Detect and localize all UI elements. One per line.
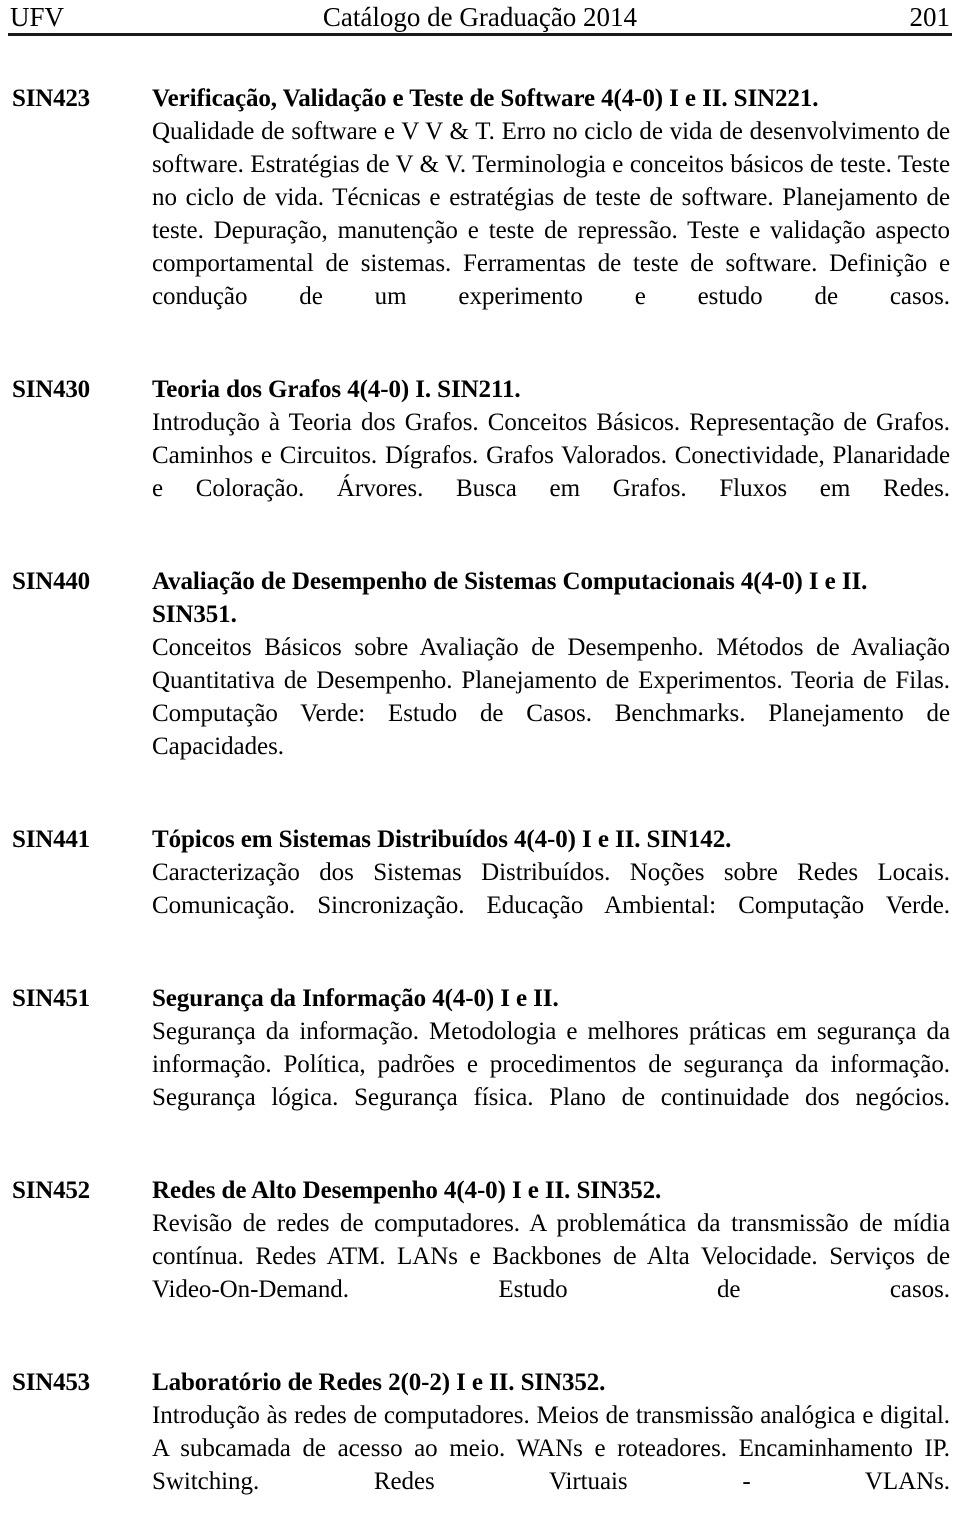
course-body: Laboratório de Redes 2(0-2) I e II. SIN3… bbox=[152, 1366, 950, 1531]
course-title: Verificação, Validação e Teste de Softwa… bbox=[152, 85, 819, 112]
course-entry: SIN441 Tópicos em Sistemas Distribuídos … bbox=[0, 823, 960, 955]
course-code: SIN441 bbox=[12, 826, 90, 853]
course-description: Introdução à Teoria dos Grafos. Conceito… bbox=[152, 409, 950, 502]
course-description: Conceitos Básicos sobre Avaliação de Des… bbox=[152, 634, 950, 760]
course-list: SIN423 Verificação, Validação e Teste de… bbox=[0, 82, 960, 1531]
catalog-page: UFV Catálogo de Graduação 2014 201 SIN42… bbox=[0, 0, 960, 1524]
course-body: Redes de Alto Desempenho 4(4-0) I e II. … bbox=[152, 1174, 950, 1339]
catalog-title: Catálogo de Graduação 2014 bbox=[322, 2, 638, 32]
course-description: Qualidade de software e V V & T. Erro no… bbox=[152, 118, 950, 310]
course-code: SIN451 bbox=[12, 985, 90, 1012]
course-title: Teoria dos Grafos 4(4-0) I. SIN211. bbox=[152, 376, 521, 403]
course-code: SIN423 bbox=[12, 85, 90, 112]
course-body: Tópicos em Sistemas Distribuídos 4(4-0) … bbox=[152, 823, 950, 955]
course-title: Redes de Alto Desempenho 4(4-0) I e II. … bbox=[152, 1177, 662, 1204]
course-code: SIN452 bbox=[12, 1177, 90, 1204]
course-entry: SIN451 Segurança da Informação 4(4-0) I … bbox=[0, 982, 960, 1147]
course-entry: SIN453 Laboratório de Redes 2(0-2) I e I… bbox=[0, 1366, 960, 1531]
course-description: Caracterização dos Sistemas Distribuídos… bbox=[152, 859, 950, 919]
course-body: Verificação, Validação e Teste de Softwa… bbox=[152, 82, 950, 346]
page-running-header: UFV Catálogo de Graduação 2014 201 bbox=[10, 0, 950, 34]
course-description: Segurança da informação. Metodologia e m… bbox=[152, 1018, 950, 1111]
course-title: Laboratório de Redes 2(0-2) I e II. SIN3… bbox=[152, 1369, 606, 1396]
course-entry: SIN423 Verificação, Validação e Teste de… bbox=[0, 82, 960, 346]
course-title: Avaliação de Desempenho de Sistemas Comp… bbox=[152, 568, 868, 628]
course-code: SIN430 bbox=[12, 376, 90, 403]
course-description: Revisão de redes de computadores. A prob… bbox=[152, 1210, 950, 1303]
course-title: Tópicos em Sistemas Distribuídos 4(4-0) … bbox=[152, 826, 732, 853]
course-title: Segurança da Informação 4(4-0) I e II. bbox=[152, 985, 559, 1012]
course-entry: SIN430 Teoria dos Grafos 4(4-0) I. SIN21… bbox=[0, 373, 960, 538]
header-divider bbox=[8, 33, 952, 36]
course-code: SIN440 bbox=[12, 568, 90, 595]
institution-label: UFV bbox=[10, 2, 65, 32]
course-body: Avaliação de Desempenho de Sistemas Comp… bbox=[152, 565, 950, 796]
course-code: SIN453 bbox=[12, 1369, 90, 1396]
course-entry: SIN440 Avaliação de Desempenho de Sistem… bbox=[0, 565, 960, 796]
course-description: Introdução às redes de computadores. Mei… bbox=[152, 1402, 950, 1495]
course-body: Segurança da Informação 4(4-0) I e II. S… bbox=[152, 982, 950, 1147]
page-number: 201 bbox=[909, 2, 951, 32]
course-entry: SIN452 Redes de Alto Desempenho 4(4-0) I… bbox=[0, 1174, 960, 1339]
course-body: Teoria dos Grafos 4(4-0) I. SIN211. Intr… bbox=[152, 373, 950, 538]
